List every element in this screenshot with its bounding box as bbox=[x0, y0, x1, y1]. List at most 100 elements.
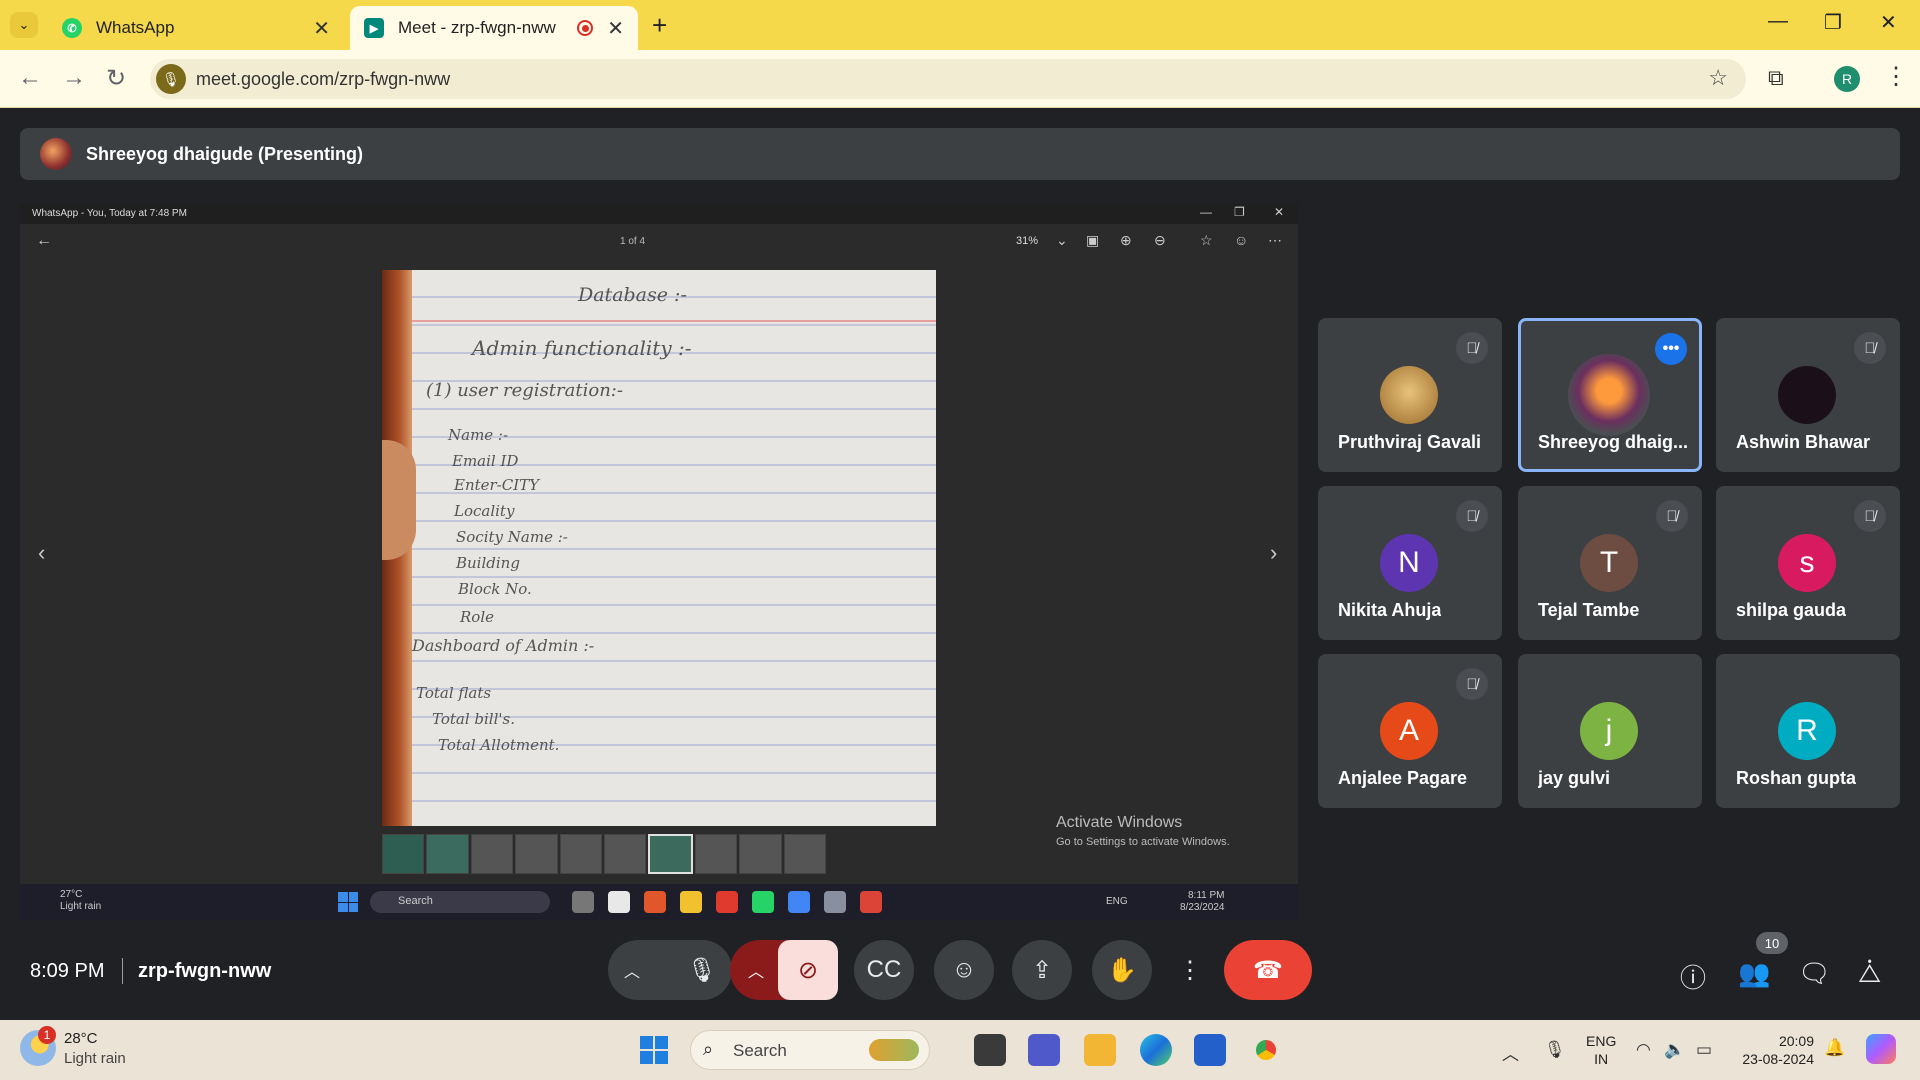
system-clock[interactable]: 20:09 23-08-2024 bbox=[1742, 1032, 1814, 1068]
close-tab-icon[interactable]: ✕ bbox=[607, 16, 624, 41]
windows-start-icon[interactable] bbox=[640, 1036, 668, 1064]
new-tab-button[interactable]: + bbox=[652, 10, 667, 41]
participant-avatar: A bbox=[1380, 702, 1438, 760]
profile-avatar[interactable]: R bbox=[1834, 66, 1860, 92]
shared-weather: 27°C Light rain bbox=[60, 889, 102, 912]
restore-icon[interactable]: ❐ bbox=[1824, 10, 1842, 35]
weather-temp[interactable]: 28°C bbox=[64, 1030, 98, 1047]
raise-hand-button[interactable]: ✋ bbox=[1092, 940, 1152, 1000]
shared-screen: WhatsApp - You, Today at 7:48 PM — ❐ ✕ ←… bbox=[20, 204, 1298, 920]
search-highlight-icon bbox=[869, 1039, 919, 1061]
mic-muted-icon: 🎙̸ bbox=[1854, 500, 1886, 532]
shared-restore-icon: ❐ bbox=[1234, 205, 1245, 219]
shared-clock: 8:11 PM 8/23/2024 bbox=[1180, 890, 1225, 913]
meeting-info-icon[interactable]: ⓘ bbox=[1680, 958, 1706, 995]
teams-icon[interactable] bbox=[1028, 1034, 1060, 1066]
participant-tile-highlighted[interactable]: ••• Shreeyog dhaig... bbox=[1518, 318, 1702, 472]
mic-muted-icon: 🎙̸ bbox=[1456, 332, 1488, 364]
chrome-icon[interactable] bbox=[1250, 1034, 1282, 1066]
notifications-bell-icon[interactable]: 🔔 bbox=[1824, 1038, 1845, 1058]
show-hidden-icons-chevron[interactable]: ︿ bbox=[1502, 1040, 1519, 1065]
camera-off-button[interactable]: ⊘ bbox=[778, 940, 838, 1000]
minimize-icon[interactable]: — bbox=[1768, 10, 1788, 33]
volume-icon[interactable]: 🔈 bbox=[1664, 1040, 1685, 1060]
participant-tile[interactable]: s 🎙̸ shilpa gauda bbox=[1716, 486, 1900, 640]
microphone-in-use-icon[interactable]: 🎙 bbox=[156, 64, 186, 94]
browser-toolbar: ← → ↻ 🎙 meet.google.com/zrp-fwgn-nww ☆ ⧉… bbox=[0, 50, 1920, 108]
bookmark-star-icon[interactable]: ☆ bbox=[1708, 65, 1728, 91]
captions-button[interactable]: CC bbox=[854, 940, 914, 1000]
wifi-icon[interactable]: ◠ bbox=[1636, 1040, 1651, 1060]
participant-tile[interactable]: R Roshan gupta bbox=[1716, 654, 1900, 808]
note-field: Enter-CITY bbox=[454, 476, 540, 494]
star-icon: ☆ bbox=[1200, 232, 1213, 248]
microphone-tray-icon[interactable]: 🎙 bbox=[1544, 1040, 1566, 1060]
participant-avatar bbox=[1380, 366, 1438, 424]
tab-whatsapp[interactable]: ✆ WhatsApp ✕ bbox=[48, 6, 344, 50]
close-window-icon[interactable]: ✕ bbox=[1880, 10, 1897, 35]
participant-tile[interactable]: N 🎙̸ Nikita Ahuja bbox=[1318, 486, 1502, 640]
extensions-puzzle-icon[interactable]: ⧉ bbox=[1768, 65, 1784, 91]
weather-alert-badge: 1 bbox=[38, 1026, 56, 1044]
audio-options-chevron-icon[interactable]: ︿ bbox=[624, 958, 640, 982]
mic-muted-icon: 🎙̸ bbox=[1656, 500, 1688, 532]
more-options-icon[interactable]: ••• bbox=[1655, 333, 1687, 365]
note-dashboard: Dashboard of Admin :- bbox=[412, 636, 595, 655]
forward-arrow-icon[interactable]: → bbox=[62, 64, 86, 92]
note-field: Email ID bbox=[452, 452, 519, 470]
activities-icon[interactable]: ⧊ bbox=[1858, 958, 1881, 990]
participant-tile[interactable]: T 🎙̸ Tejal Tambe bbox=[1518, 486, 1702, 640]
presenter-avatar bbox=[40, 138, 72, 170]
shared-start-icon bbox=[338, 892, 358, 912]
microsoft-store-icon[interactable] bbox=[1194, 1034, 1226, 1066]
tab-meet[interactable]: ▶ Meet - zrp-fwgn-nww ✕ bbox=[350, 6, 638, 50]
mic-muted-icon: 🎙̸ bbox=[1456, 500, 1488, 532]
participant-tile[interactable]: 🎙̸ Ashwin Bhawar bbox=[1716, 318, 1900, 472]
emoji-reactions-button[interactable]: ☺ bbox=[934, 940, 994, 1000]
edge-icon[interactable] bbox=[1140, 1034, 1172, 1066]
people-icon[interactable]: 👥 bbox=[1738, 958, 1770, 989]
browser-menu-icon[interactable]: ⋮ bbox=[1884, 62, 1908, 91]
chat-icon[interactable]: 🗨 bbox=[1798, 958, 1831, 989]
tab-search-button[interactable]: ⌄ bbox=[10, 12, 38, 38]
meet-favicon-icon: ▶ bbox=[364, 18, 384, 38]
back-arrow-icon[interactable]: ← bbox=[18, 64, 42, 92]
thumbnail-selected bbox=[648, 834, 693, 874]
battery-icon[interactable]: ▭ bbox=[1696, 1040, 1712, 1060]
microphone-button[interactable]: 🎙 bbox=[672, 940, 732, 1000]
copilot-icon[interactable] bbox=[1866, 1034, 1896, 1064]
note-dashboard-item: Total Allotment. bbox=[438, 736, 560, 754]
participant-tile[interactable]: A 🎙̸ Anjalee Pagare bbox=[1318, 654, 1502, 808]
audio-control-group: ︿ 🎙 bbox=[608, 940, 732, 1000]
participant-name: Anjalee Pagare bbox=[1338, 768, 1468, 788]
file-explorer-icon[interactable] bbox=[1084, 1034, 1116, 1066]
thumbnail bbox=[470, 834, 514, 874]
mic-muted-icon: 🎙̸ bbox=[1456, 668, 1488, 700]
folder-icon bbox=[680, 891, 702, 913]
close-tab-icon[interactable]: ✕ bbox=[313, 16, 330, 41]
thumbnail bbox=[783, 834, 827, 874]
task-view-icon[interactable] bbox=[974, 1034, 1006, 1066]
address-bar[interactable]: 🎙 meet.google.com/zrp-fwgn-nww ☆ bbox=[150, 59, 1746, 99]
zoom-out-icon: ⊖ bbox=[1154, 232, 1166, 248]
participant-avatar: s bbox=[1778, 534, 1836, 592]
video-options-chevron-icon[interactable]: ︿ bbox=[748, 958, 764, 982]
shared-lang: ENG bbox=[1106, 896, 1128, 907]
participant-tile[interactable]: 🎙̸ Pruthviraj Gavali bbox=[1318, 318, 1502, 472]
participant-avatar: R bbox=[1778, 702, 1836, 760]
more-options-button[interactable]: ⋮ bbox=[1168, 940, 1212, 1000]
participant-tile[interactable]: j jay gulvi bbox=[1518, 654, 1702, 808]
thumbnail-strip bbox=[382, 834, 827, 874]
taskbar-search-box[interactable]: ⌕ Search bbox=[690, 1030, 930, 1070]
reload-icon[interactable]: ↻ bbox=[106, 64, 126, 93]
url-text[interactable]: meet.google.com/zrp-fwgn-nww bbox=[196, 69, 450, 90]
next-image-icon: › bbox=[1270, 540, 1278, 565]
input-language[interactable]: ENG IN bbox=[1586, 1032, 1616, 1068]
weather-condition[interactable]: Light rain bbox=[64, 1050, 126, 1067]
handwritten-note-image: Database :- Admin functionality :- (1) u… bbox=[382, 270, 936, 826]
image-viewer-toolbar: ← 1 of 4 31% ⌄ ▣ ⊕ ⊖ ☆ ☺ ⋯ bbox=[20, 224, 1298, 260]
leave-call-button[interactable]: ☎ bbox=[1224, 940, 1312, 1000]
note-field: Name :- bbox=[448, 426, 509, 444]
tab-title: Meet - zrp-fwgn-nww bbox=[398, 18, 556, 37]
present-screen-button[interactable]: ⇪ bbox=[1012, 940, 1072, 1000]
